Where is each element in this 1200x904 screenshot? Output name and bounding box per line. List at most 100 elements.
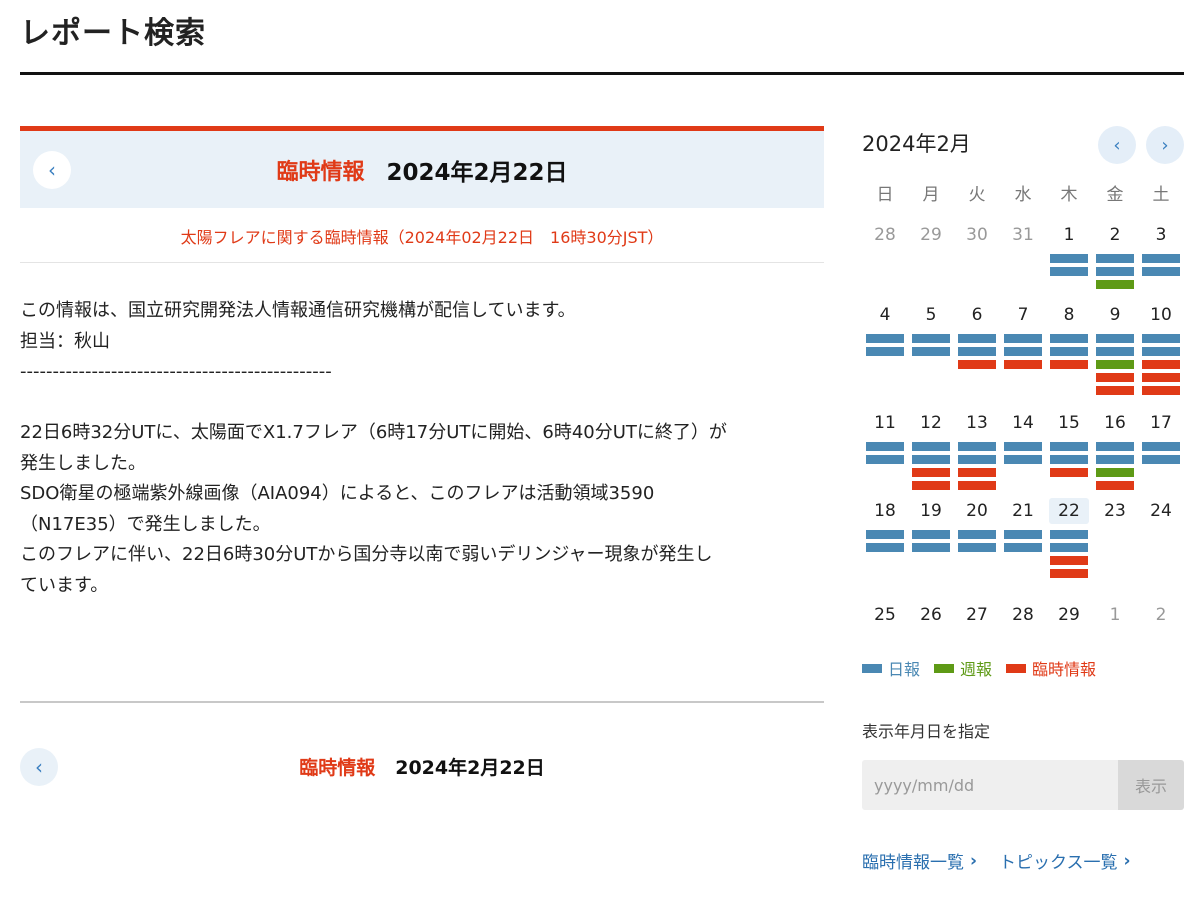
- daily-report-marker[interactable]: [1004, 334, 1042, 343]
- calendar-day[interactable]: 9: [1092, 302, 1138, 410]
- calendar-day[interactable]: 20: [954, 498, 1000, 602]
- daily-report-marker[interactable]: [1004, 347, 1042, 356]
- calendar-day[interactable]: 12: [908, 410, 954, 498]
- daily-report-marker[interactable]: [866, 455, 904, 464]
- calendar-day[interactable]: 1: [1046, 222, 1092, 302]
- alert-report-marker[interactable]: [1050, 468, 1088, 477]
- daily-report-marker[interactable]: [958, 334, 996, 343]
- chevron-left-icon[interactable]: ‹: [33, 151, 71, 189]
- daily-report-marker[interactable]: [912, 455, 950, 464]
- alert-report-marker[interactable]: [958, 481, 996, 490]
- weekly-report-marker[interactable]: [1096, 360, 1134, 369]
- daily-report-marker[interactable]: [1096, 347, 1134, 356]
- calendar-day[interactable]: 28: [862, 222, 908, 302]
- alert-report-marker[interactable]: [912, 481, 950, 490]
- calendar-day[interactable]: 29: [908, 222, 954, 302]
- topics-list-link[interactable]: トピックス一覧 ›: [999, 848, 1131, 874]
- daily-report-marker[interactable]: [1050, 530, 1088, 539]
- calendar-day[interactable]: 13: [954, 410, 1000, 498]
- daily-report-marker[interactable]: [1050, 347, 1088, 356]
- alert-list-link[interactable]: 臨時情報一覧 ›: [862, 848, 977, 874]
- daily-report-marker[interactable]: [958, 442, 996, 451]
- daily-report-marker[interactable]: [912, 347, 950, 356]
- daily-report-marker[interactable]: [1142, 442, 1180, 451]
- calendar-day[interactable]: 3: [1138, 222, 1184, 302]
- alert-report-marker[interactable]: [1004, 360, 1042, 369]
- show-date-button[interactable]: 表示: [1118, 760, 1184, 810]
- date-input[interactable]: [862, 760, 1118, 810]
- daily-report-marker[interactable]: [866, 442, 904, 451]
- calendar-day[interactable]: 18: [862, 498, 908, 602]
- calendar-day[interactable]: 31: [1000, 222, 1046, 302]
- daily-report-marker[interactable]: [1096, 254, 1134, 263]
- alert-report-marker[interactable]: [1050, 360, 1088, 369]
- calendar-day[interactable]: 25: [862, 602, 908, 652]
- calendar-day[interactable]: 5: [908, 302, 954, 410]
- daily-report-marker[interactable]: [1142, 455, 1180, 464]
- daily-report-marker[interactable]: [958, 455, 996, 464]
- bottom-report-kind[interactable]: 臨時情報: [299, 753, 375, 780]
- chevron-left-icon[interactable]: ‹: [1098, 126, 1136, 164]
- calendar-day[interactable]: 28: [1000, 602, 1046, 652]
- alert-report-marker[interactable]: [1096, 481, 1134, 490]
- alert-report-marker[interactable]: [1050, 569, 1088, 578]
- daily-report-marker[interactable]: [866, 530, 904, 539]
- daily-report-marker[interactable]: [1050, 455, 1088, 464]
- calendar-day[interactable]: 2: [1138, 602, 1184, 652]
- bottom-report-date[interactable]: 2024年2月22日: [395, 753, 545, 780]
- calendar-day[interactable]: 8: [1046, 302, 1092, 410]
- daily-report-marker[interactable]: [1050, 543, 1088, 552]
- calendar-day[interactable]: 2: [1092, 222, 1138, 302]
- calendar-day[interactable]: 26: [908, 602, 954, 652]
- calendar-day[interactable]: 27: [954, 602, 1000, 652]
- chevron-right-icon[interactable]: ›: [1146, 126, 1184, 164]
- alert-report-marker[interactable]: [958, 468, 996, 477]
- daily-report-marker[interactable]: [1096, 442, 1134, 451]
- calendar-day[interactable]: 17: [1138, 410, 1184, 498]
- calendar-day[interactable]: 16: [1092, 410, 1138, 498]
- daily-report-marker[interactable]: [1004, 543, 1042, 552]
- weekly-report-marker[interactable]: [1096, 468, 1134, 477]
- alert-report-marker[interactable]: [1142, 373, 1180, 382]
- daily-report-marker[interactable]: [1050, 334, 1088, 343]
- daily-report-marker[interactable]: [1096, 455, 1134, 464]
- calendar-day[interactable]: 23: [1092, 498, 1138, 602]
- daily-report-marker[interactable]: [958, 530, 996, 539]
- calendar-day[interactable]: 7: [1000, 302, 1046, 410]
- calendar-day[interactable]: 21: [1000, 498, 1046, 602]
- calendar-day[interactable]: 11: [862, 410, 908, 498]
- daily-report-marker[interactable]: [866, 347, 904, 356]
- daily-report-marker[interactable]: [1142, 254, 1180, 263]
- daily-report-marker[interactable]: [958, 543, 996, 552]
- calendar-day[interactable]: 24: [1138, 498, 1184, 602]
- calendar-day[interactable]: 1: [1092, 602, 1138, 652]
- calendar-day[interactable]: 6: [954, 302, 1000, 410]
- alert-report-marker[interactable]: [1142, 386, 1180, 395]
- calendar-day-today[interactable]: 22: [1046, 498, 1092, 602]
- daily-report-marker[interactable]: [1096, 267, 1134, 276]
- alert-report-marker[interactable]: [1096, 386, 1134, 395]
- daily-report-marker[interactable]: [912, 530, 950, 539]
- daily-report-marker[interactable]: [1096, 334, 1134, 343]
- calendar-day[interactable]: 10: [1138, 302, 1184, 410]
- daily-report-marker[interactable]: [958, 347, 996, 356]
- chevron-left-icon[interactable]: ‹: [20, 748, 58, 786]
- alert-report-marker[interactable]: [1050, 556, 1088, 565]
- daily-report-marker[interactable]: [1004, 455, 1042, 464]
- alert-report-marker[interactable]: [1096, 373, 1134, 382]
- daily-report-marker[interactable]: [912, 543, 950, 552]
- daily-report-marker[interactable]: [1050, 254, 1088, 263]
- daily-report-marker[interactable]: [866, 334, 904, 343]
- calendar-day[interactable]: 30: [954, 222, 1000, 302]
- daily-report-marker[interactable]: [1142, 267, 1180, 276]
- daily-report-marker[interactable]: [912, 442, 950, 451]
- daily-report-marker[interactable]: [1050, 442, 1088, 451]
- daily-report-marker[interactable]: [1004, 442, 1042, 451]
- daily-report-marker[interactable]: [866, 543, 904, 552]
- daily-report-marker[interactable]: [1004, 530, 1042, 539]
- daily-report-marker[interactable]: [1050, 267, 1088, 276]
- weekly-report-marker[interactable]: [1096, 280, 1134, 289]
- calendar-day[interactable]: 4: [862, 302, 908, 410]
- alert-report-marker[interactable]: [912, 468, 950, 477]
- daily-report-marker[interactable]: [912, 334, 950, 343]
